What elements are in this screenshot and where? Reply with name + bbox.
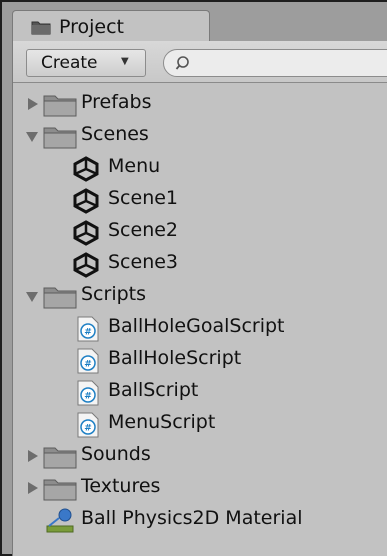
unity-scene-icon bbox=[73, 156, 99, 182]
tree-item-scripts[interactable]: Scripts bbox=[13, 281, 387, 311]
folder-icon bbox=[31, 21, 51, 35]
tree-item-label: Prefabs bbox=[81, 91, 152, 113]
tab-project[interactable]: Project bbox=[12, 10, 210, 42]
tree-item-textures[interactable]: Textures bbox=[13, 473, 387, 503]
tree-item-label: Scripts bbox=[81, 283, 147, 305]
folder-icon bbox=[43, 287, 77, 309]
expand-arrow-icon[interactable] bbox=[26, 481, 40, 495]
tree-item-label: Scene1 bbox=[108, 187, 179, 209]
expand-arrow-icon[interactable] bbox=[26, 97, 40, 111]
tree-item-label: BallScript bbox=[108, 379, 199, 401]
unity-scene-icon bbox=[73, 252, 99, 278]
csharp-script-icon: # bbox=[77, 316, 99, 342]
folder-icon bbox=[43, 95, 77, 117]
project-panel: Create ▼ Prefabs Scenes Menu Scene1 Scen… bbox=[12, 41, 387, 556]
tree-item-prefabs[interactable]: Prefabs bbox=[13, 89, 387, 119]
tree-item-scene2[interactable]: Scene2 bbox=[13, 217, 387, 247]
csharp-script-icon: # bbox=[77, 380, 99, 406]
tree-item-ballholegoalscript[interactable]: # BallHoleGoalScript bbox=[13, 313, 387, 343]
tree-item-label: MenuScript bbox=[108, 411, 216, 433]
tree-item-label: Menu bbox=[108, 155, 161, 177]
tree-item-menuscript[interactable]: # MenuScript bbox=[13, 409, 387, 439]
csharp-script-icon: # bbox=[77, 412, 99, 438]
tree-item-ballholescript[interactable]: # BallHoleScript bbox=[13, 345, 387, 375]
tree-item-label: Sounds bbox=[81, 443, 151, 465]
create-label: Create bbox=[41, 53, 98, 73]
tree-item-ball-physics2d-material[interactable]: Ball Physics2D Material bbox=[13, 505, 387, 535]
folder-icon bbox=[43, 127, 77, 149]
tree-item-label: Scenes bbox=[81, 123, 149, 145]
physics-material-icon bbox=[46, 508, 74, 533]
tree-item-label: BallHoleScript bbox=[108, 347, 242, 369]
tree-item-ballscript[interactable]: # BallScript bbox=[13, 377, 387, 407]
tree-item-scene3[interactable]: Scene3 bbox=[13, 249, 387, 279]
unity-scene-icon bbox=[73, 220, 99, 246]
csharp-script-icon: # bbox=[77, 348, 99, 374]
folder-icon bbox=[43, 447, 77, 469]
create-dropdown-button[interactable]: Create ▼ bbox=[26, 49, 146, 77]
tree-item-label: Scene3 bbox=[108, 251, 179, 273]
svg-text:#: # bbox=[84, 392, 92, 402]
unity-scene-icon bbox=[73, 188, 99, 214]
tree-item-sounds[interactable]: Sounds bbox=[13, 441, 387, 471]
collapse-arrow-icon[interactable] bbox=[25, 289, 39, 303]
search-icon bbox=[175, 56, 189, 70]
collapse-arrow-icon[interactable] bbox=[25, 129, 39, 143]
svg-text:#: # bbox=[84, 360, 92, 370]
tree-item-label: Ball Physics2D Material bbox=[81, 507, 303, 529]
tree-item-label: BallHoleGoalScript bbox=[108, 315, 285, 337]
folder-icon bbox=[43, 479, 77, 501]
tree-item-scene1[interactable]: Scene1 bbox=[13, 185, 387, 215]
tab-label: Project bbox=[59, 16, 125, 38]
dropdown-arrow-icon: ▼ bbox=[121, 56, 129, 67]
search-field[interactable] bbox=[163, 49, 387, 77]
svg-text:#: # bbox=[84, 424, 92, 434]
expand-arrow-icon[interactable] bbox=[26, 449, 40, 463]
toolbar: Create ▼ bbox=[13, 41, 387, 83]
tree-item-menu[interactable]: Menu bbox=[13, 153, 387, 183]
tree-item-scenes[interactable]: Scenes bbox=[13, 121, 387, 151]
tree-item-label: Textures bbox=[81, 475, 161, 497]
project-window: Project Create ▼ Prefabs Scenes Menu Sce… bbox=[2, 2, 387, 556]
tree-item-label: Scene2 bbox=[108, 219, 179, 241]
svg-text:#: # bbox=[84, 328, 92, 338]
